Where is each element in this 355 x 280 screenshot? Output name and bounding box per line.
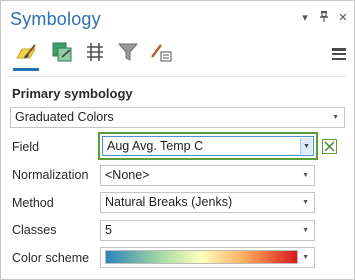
- field-value: Aug Avg. Temp C: [107, 139, 204, 153]
- normalization-value: <None>: [105, 168, 150, 182]
- expression-button[interactable]: [322, 139, 337, 154]
- pencil-list-icon: [151, 44, 172, 62]
- normalization-label: Normalization: [12, 168, 89, 182]
- primary-symbology-tool[interactable]: [12, 38, 40, 71]
- label-edit-tool[interactable]: [147, 38, 175, 66]
- vary-symbology-icon: [52, 42, 72, 62]
- field-label: Field: [12, 140, 40, 154]
- symbology-method-select[interactable]: Graduated Colors ▼: [10, 107, 345, 128]
- divider: [9, 76, 346, 77]
- symbol-layers-icon: [87, 43, 103, 61]
- chevron-down-icon: ▼: [302, 172, 309, 179]
- menu-icon[interactable]: [332, 48, 346, 60]
- chevron-down-icon[interactable]: ▼: [300, 138, 312, 154]
- chevron-down-icon: ▼: [302, 199, 309, 206]
- symbol-layers-tool[interactable]: [81, 38, 109, 66]
- title-controls: ▾ ✕: [300, 11, 348, 25]
- field-select[interactable]: Aug Avg. Temp C ▼: [98, 132, 318, 160]
- pin-icon[interactable]: [319, 11, 329, 25]
- title-bar: Symbology ▾ ✕: [1, 1, 354, 34]
- symbology-toolbar: [1, 34, 354, 74]
- filter-tool[interactable]: [114, 38, 142, 66]
- chevron-down-icon: ▼: [302, 254, 309, 261]
- chevron-down-icon: ▼: [332, 114, 339, 121]
- classes-value: 5: [105, 223, 112, 237]
- classes-label: Classes: [12, 223, 57, 237]
- chevron-down-icon: ▼: [302, 227, 309, 234]
- vary-symbology-tool[interactable]: [48, 38, 76, 66]
- normalization-select[interactable]: <None> ▼: [100, 165, 315, 186]
- filter-icon: [117, 43, 139, 61]
- symbology-method-value: Graduated Colors: [15, 110, 114, 124]
- method-label: Method: [12, 196, 54, 210]
- section-heading: Primary symbology: [12, 86, 133, 101]
- paintbrush-icon: [16, 44, 36, 59]
- color-ramp: [105, 250, 298, 264]
- chevron-down-icon[interactable]: ▾: [300, 12, 310, 24]
- symbology-pane: Symbology ▾ ✕ Primary symbology Graduate…: [0, 0, 355, 280]
- classes-select[interactable]: 5 ▼: [100, 220, 315, 241]
- close-icon[interactable]: ✕: [338, 12, 348, 24]
- pane-title: Symbology: [10, 9, 101, 29]
- method-select[interactable]: Natural Breaks (Jenks) ▼: [100, 192, 315, 213]
- method-value: Natural Breaks (Jenks): [105, 195, 233, 209]
- color-scheme-label: Color scheme: [12, 251, 90, 265]
- field-select-inner: Aug Avg. Temp C ▼: [102, 136, 314, 156]
- expression-icon: [324, 141, 335, 152]
